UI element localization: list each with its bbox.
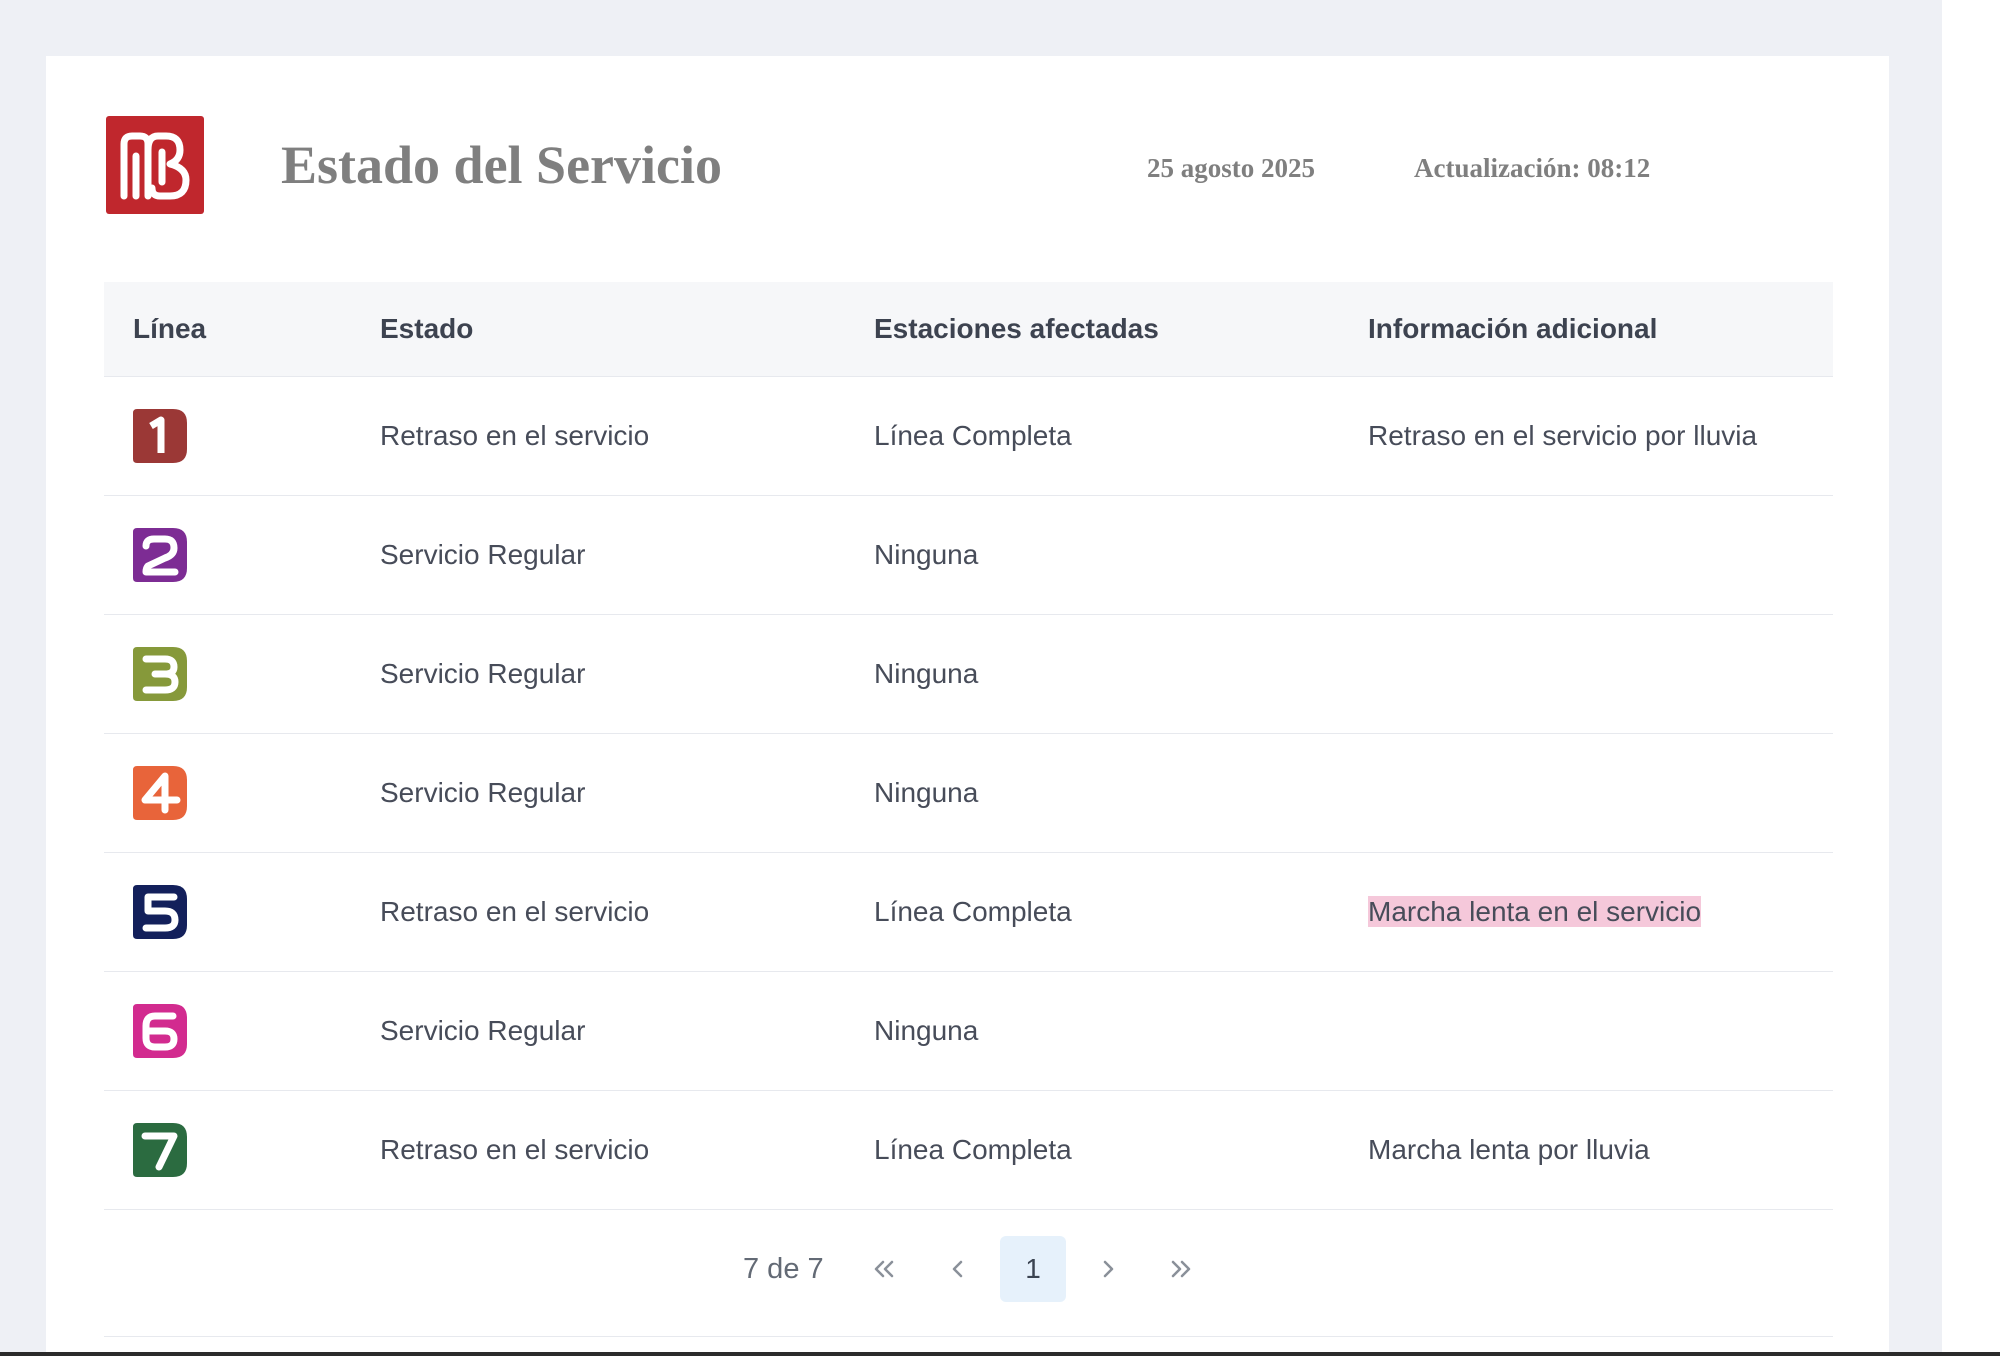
first-page-button[interactable] (851, 1236, 917, 1302)
line-cell (104, 376, 351, 496)
next-page-button[interactable] (1075, 1236, 1141, 1302)
info-cell (1339, 733, 1833, 853)
table-row-line-5: Retraso en el servicio Línea Completa Ma… (104, 852, 1833, 972)
page-title: Estado del Servicio (281, 135, 722, 195)
divider (104, 1336, 1833, 1337)
update-time: Actualización: 08:12 (1414, 153, 1651, 183)
stations-cell: Línea Completa (845, 1090, 1339, 1210)
line-1-icon (133, 409, 187, 463)
column-header-stations: Estaciones afectadas (845, 282, 1339, 377)
line-7-icon (133, 1123, 187, 1177)
column-header-status: Estado (351, 282, 845, 377)
chevron-left-icon (952, 1260, 963, 1278)
info-cell: Marcha lenta por lluvia (1339, 1090, 1833, 1210)
status-cell: Retraso en el servicio (351, 1090, 845, 1210)
line-cell (104, 614, 351, 734)
previous-page-button[interactable] (925, 1236, 991, 1302)
column-header-line: Línea (104, 282, 351, 377)
window-edge (1942, 0, 2000, 1356)
line-3-icon (133, 647, 187, 701)
table-header-row: Línea Estado Estaciones afectadas Inform… (104, 282, 1833, 377)
info-cell (1339, 971, 1833, 1091)
line-4-icon (133, 766, 187, 820)
table-row-line-2: Servicio Regular Ninguna (104, 495, 1833, 615)
current-page-button[interactable]: 1 (1000, 1236, 1066, 1302)
service-status-table: Línea Estado Estaciones afectadas Inform… (104, 282, 1833, 1210)
info-cell (1339, 614, 1833, 734)
last-page-button[interactable] (1148, 1236, 1214, 1302)
info-cell: Retraso en el servicio por lluvia (1339, 376, 1833, 496)
stations-cell: Ninguna (845, 495, 1339, 615)
table-row-line-4: Servicio Regular Ninguna (104, 733, 1833, 853)
table-row-line-3: Servicio Regular Ninguna (104, 614, 1833, 734)
stations-cell: Línea Completa (845, 852, 1339, 972)
double-chevron-right-icon (1171, 1260, 1191, 1278)
line-cell (104, 1090, 351, 1210)
stations-cell: Ninguna (845, 971, 1339, 1091)
line-5-icon (133, 885, 187, 939)
info-cell (1339, 495, 1833, 615)
highlighted-info-text: Marcha lenta en el servicio (1368, 896, 1702, 927)
stations-cell: Ninguna (845, 614, 1339, 734)
column-header-info: Información adicional (1339, 282, 1833, 377)
stations-cell: Línea Completa (845, 376, 1339, 496)
status-cell: Servicio Regular (351, 495, 845, 615)
metro-logo-icon (106, 116, 204, 214)
info-cell: Marcha lenta en el servicio (1339, 852, 1833, 972)
line-cell (104, 733, 351, 853)
table-row-line-7: Retraso en el servicio Línea Completa Ma… (104, 1090, 1833, 1210)
window-bottom-edge (0, 1352, 2000, 1356)
chevron-right-icon (1103, 1260, 1114, 1278)
report-date: 25 agosto 2025 (1147, 153, 1315, 183)
table-row-line-6: Servicio Regular Ninguna (104, 971, 1833, 1091)
status-cell: Servicio Regular (351, 614, 845, 734)
stations-cell: Ninguna (845, 733, 1339, 853)
line-cell (104, 495, 351, 615)
table-row-line-1: Retraso en el servicio Línea Completa Re… (104, 376, 1833, 496)
line-cell (104, 971, 351, 1091)
status-cell: Retraso en el servicio (351, 852, 845, 972)
page-count: 7 de 7 (743, 1253, 824, 1285)
line-2-icon (133, 528, 187, 582)
status-cell: Servicio Regular (351, 733, 845, 853)
double-chevron-left-icon (874, 1260, 894, 1278)
service-status-card: Estado del Servicio 25 agosto 2025 Actua… (46, 56, 1889, 1356)
status-cell: Retraso en el servicio (351, 376, 845, 496)
status-cell: Servicio Regular (351, 971, 845, 1091)
pagination: 7 de 7 1 (46, 1236, 1889, 1304)
line-cell (104, 852, 351, 972)
line-6-icon (133, 1004, 187, 1058)
